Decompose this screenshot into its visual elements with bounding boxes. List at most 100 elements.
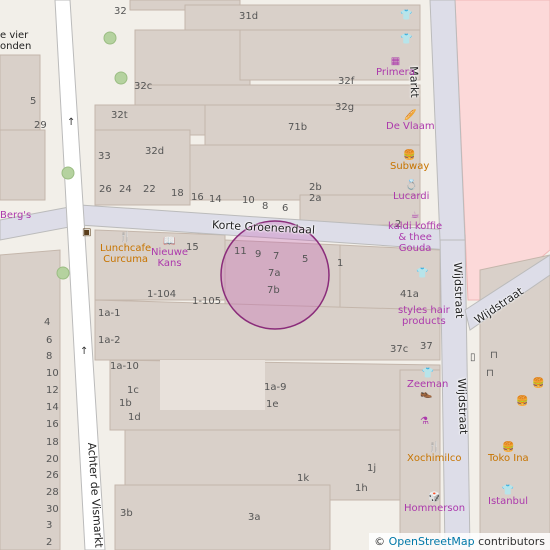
poi-hommerson[interactable]: 🎲 Hommerson <box>404 492 465 514</box>
house-number: 6 <box>46 335 53 346</box>
poi-lucardi[interactable]: 💍 Lucardi <box>393 180 429 202</box>
house-number: 8 <box>262 201 269 212</box>
house-number: 22 <box>143 184 156 195</box>
house-number: 1-104 <box>147 289 177 300</box>
house-number: 71b <box>288 122 308 133</box>
openstreetmap-link[interactable]: OpenStreetMap <box>389 535 475 548</box>
house-number: 14 <box>209 194 222 205</box>
house-number: 1k <box>297 473 310 484</box>
house-number: 16 <box>46 419 59 430</box>
house-number: 5 <box>302 254 309 265</box>
house-number: 8 <box>46 351 53 362</box>
map-canvas[interactable]: Korte Groenendaal Markt Wijdstraat Wijds… <box>0 0 550 550</box>
house-number: 1d <box>128 412 141 423</box>
books-icon: 📖 <box>163 236 176 247</box>
poi-primera[interactable]: ▦ Primera <box>376 56 415 78</box>
gift-icon: 🎲 <box>428 492 441 503</box>
jewellery-icon: 💍 <box>404 180 418 191</box>
poi-de-vier[interactable]: e vier onden <box>0 30 31 52</box>
chemist-icon[interactable]: ⚗ <box>420 416 429 427</box>
house-number: 1a-2 <box>98 335 121 346</box>
house-number: 1c <box>127 385 139 396</box>
house-number: 30 <box>46 504 59 515</box>
house-number: 33 <box>98 151 111 162</box>
house-number: 37c <box>390 344 409 355</box>
house-number: 1a-1 <box>98 308 121 319</box>
house-number: 1j <box>367 463 377 474</box>
house-number: 1e <box>266 399 279 410</box>
house-number: 1-105 <box>192 296 222 307</box>
house-number: 32f <box>338 76 355 87</box>
house-number: 29 <box>34 120 47 131</box>
poi-nieuwe-kans[interactable]: 📖 Nieuwe Kans <box>151 236 188 269</box>
fastfood-icon[interactable]: 🍔 <box>532 378 544 389</box>
oneway-arrow-icon: ↑ <box>67 117 76 128</box>
poi-subway[interactable]: 🍔 Subway <box>390 150 429 172</box>
house-number: 31d <box>239 11 259 22</box>
poi-xochimilco[interactable]: 🍴 Xochimilco <box>407 442 462 464</box>
restaurant-icon: 🍴 <box>119 232 132 243</box>
clothes-icon[interactable]: 👕 <box>400 10 412 21</box>
house-number: 26 <box>46 470 59 481</box>
house-number: 1b <box>119 398 132 409</box>
coffee-icon: ☕ <box>410 210 420 221</box>
house-number: 18 <box>46 437 59 448</box>
house-number: 7b <box>267 285 280 296</box>
house-number: 32 <box>114 6 127 17</box>
house-number: 18 <box>171 188 184 199</box>
house-number: 4 <box>44 317 51 328</box>
house-number: 12 <box>46 385 59 396</box>
house-number: 3 <box>46 520 53 531</box>
house-number: 1 <box>337 258 344 269</box>
house-number: 5 <box>30 96 37 107</box>
bakery-icon: 🥖 <box>404 110 417 121</box>
house-number: 2b <box>309 182 322 193</box>
clothes-icon: 👕 <box>501 485 515 496</box>
house-number: 16 <box>191 192 204 203</box>
house-number: 1a-9 <box>264 382 287 393</box>
street-wijdstraat-vertical: Wijdstraat <box>451 262 466 319</box>
house-number: 2 <box>46 537 53 548</box>
house-number: 37 <box>420 341 433 352</box>
fastfood-icon: 🍔 <box>502 442 515 453</box>
house-number: 28 <box>46 487 59 498</box>
post-icon: ▯ <box>470 352 476 363</box>
poi-toko-ina[interactable]: 🍔 Toko Ina <box>488 442 529 464</box>
house-number: 26 <box>99 184 112 195</box>
house-number: 9 <box>255 249 262 260</box>
poi-kaldi[interactable]: ☕ kaldi koffie & thee Gouda <box>388 210 442 254</box>
fastfood-icon[interactable]: 🍔 <box>516 396 528 407</box>
house-number: 1a-10 <box>110 361 139 372</box>
oneway-arrow-icon: ↑ <box>80 346 89 357</box>
poi-zeeman[interactable]: 👕 Zeeman <box>407 368 448 390</box>
clothes-icon[interactable]: 👕 <box>400 34 412 45</box>
poi-bergs[interactable]: Berg's <box>0 210 31 221</box>
house-number: 41a <box>400 289 419 300</box>
poi-de-vlaam[interactable]: 🥖 De Vlaam <box>386 110 435 132</box>
poi-styles-hair[interactable]: styles hair products <box>398 305 450 327</box>
poi-istanbul[interactable]: 👕 Istanbul <box>488 485 528 507</box>
house-number: 20 <box>46 454 59 465</box>
house-number: 10 <box>242 195 255 206</box>
bench-icon: ⊓ <box>486 368 494 379</box>
street-wijdstraat-lower: Wijdstraat <box>455 378 470 435</box>
house-number: 2a <box>309 193 322 204</box>
house-number: 14 <box>46 402 59 413</box>
house-number: 32g <box>335 102 355 113</box>
house-number: 6 <box>282 203 289 214</box>
house-number: 32d <box>145 146 165 157</box>
house-number: 32c <box>134 81 153 92</box>
clothes-icon[interactable]: 👕 <box>416 268 428 279</box>
clothes-icon: 👕 <box>421 368 434 379</box>
house-number: 3b <box>120 508 133 519</box>
construction-area <box>454 0 550 301</box>
house-number: 32t <box>111 110 128 121</box>
hotel-icon[interactable]: ▣ <box>82 227 91 238</box>
house-number: 3a <box>248 512 261 523</box>
bench-icon: ⊓ <box>490 350 498 361</box>
house-number: 24 <box>119 184 132 195</box>
house-number: 11 <box>234 246 247 257</box>
shoes-icon[interactable]: 👞 <box>420 388 432 399</box>
house-number: 10 <box>46 368 59 379</box>
poi-lunchcafe-curcuma[interactable]: 🍴 Lunchcafe Curcuma <box>100 232 151 265</box>
